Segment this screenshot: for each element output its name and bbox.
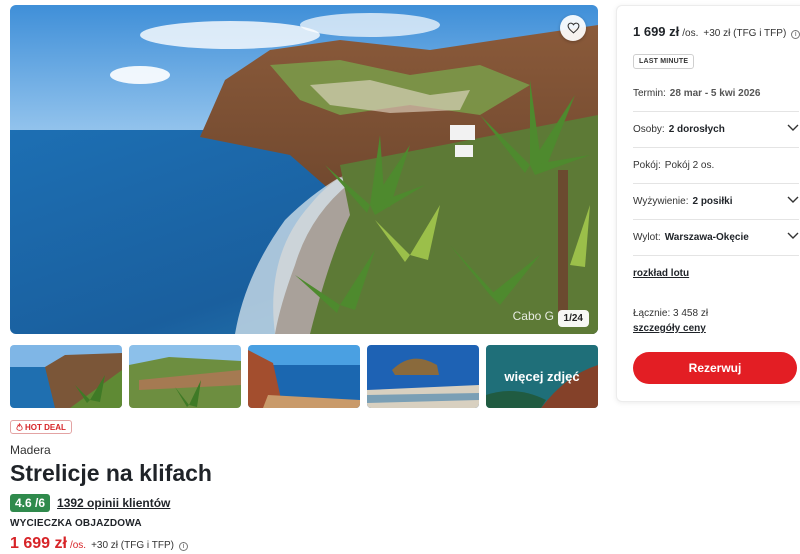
photo-counter: 1/24 [557, 310, 589, 327]
flight-schedule-link[interactable]: rozkład lotu [633, 268, 689, 279]
departure-value: Warszawa-Okęcie [664, 232, 749, 243]
term-value: 28 mar - 5 kwi 2026 [669, 88, 761, 99]
photo-caption: Cabo G [512, 309, 554, 323]
info-icon[interactable]: i [791, 30, 800, 39]
board-select[interactable]: Wyżywienie: 2 posiłki [633, 184, 799, 220]
hot-deal-label: HOT DEAL [25, 422, 66, 432]
flame-icon [16, 423, 23, 431]
chevron-down-icon [787, 196, 799, 203]
book-button[interactable]: Rezerwuj [633, 352, 797, 384]
thumbnail-2[interactable] [129, 345, 241, 408]
persons-value: 2 dorosłych [668, 124, 725, 135]
offer-region: Madera [10, 443, 51, 457]
info-icon[interactable]: i [178, 542, 188, 551]
thumbnail-1[interactable] [10, 345, 122, 408]
coastline-photo [10, 5, 598, 334]
favorite-button[interactable] [560, 15, 586, 41]
hot-deal-badge: HOT DEAL [10, 420, 72, 434]
booking-price: 1 699 zł [633, 24, 680, 39]
reviews-link[interactable]: 1392 opinii klientów [57, 496, 170, 510]
term-label: Termin: [633, 88, 666, 99]
chevron-down-icon [787, 124, 799, 131]
offer-price-row: 1 699 zł /os. +30 zł (TFG i TFP) i [10, 535, 188, 553]
board-label: Wyżywienie: [633, 196, 689, 207]
board-value: 2 posiłki [692, 196, 733, 207]
total-price: Łącznie: 3 458 zł [633, 308, 709, 319]
thumbnail-4[interactable] [367, 345, 479, 408]
room-value: Pokój 2 os. [664, 160, 715, 171]
booking-per-person: /os. [682, 28, 699, 39]
thumbnail-strip: więcej zdjęć [10, 345, 598, 408]
booking-extra-fee: +30 zł (TFG i TFP) [703, 28, 787, 39]
price-details-link[interactable]: szczegóły ceny [633, 323, 706, 334]
offer-per-person: /os. [69, 540, 87, 551]
room-row: Pokój: Pokój 2 os. [633, 148, 799, 184]
offer-price: 1 699 zł [10, 535, 67, 552]
rating-badge: 4.6 /6 [10, 494, 51, 512]
offer-extra-fee: +30 zł (TFG i TFP) [91, 540, 174, 551]
heart-icon [567, 22, 579, 34]
persons-label: Osoby: [633, 124, 665, 135]
main-photo[interactable]: Cabo G 1/24 [10, 5, 598, 334]
room-label: Pokój: [633, 160, 661, 171]
departure-label: Wylot: [633, 232, 661, 243]
departure-select[interactable]: Wylot: Warszawa-Okęcie [633, 220, 799, 256]
persons-select[interactable]: Osoby: 2 dorosłych [633, 112, 799, 148]
more-photos-label: więcej zdjęć [486, 345, 598, 408]
booking-price-row: 1 699 zł /os. +30 zł (TFG i TFP) i [633, 24, 800, 39]
more-photos-thumbnail[interactable]: więcej zdjęć [486, 345, 598, 408]
booking-panel: 1 699 zł /os. +30 zł (TFG i TFP) i LAST … [616, 5, 800, 402]
term-row[interactable]: Termin: 28 mar - 5 kwi 2026 [633, 76, 799, 112]
thumbnail-3[interactable] [248, 345, 360, 408]
rating-row: 4.6 /6 1392 opinii klientów [10, 494, 170, 512]
offer-title: Strelicje na klifach [10, 460, 212, 486]
last-minute-badge: LAST MINUTE [633, 54, 695, 69]
chevron-down-icon [787, 232, 799, 239]
trip-type: WYCIECZKA OBJAZDOWA [10, 518, 142, 529]
